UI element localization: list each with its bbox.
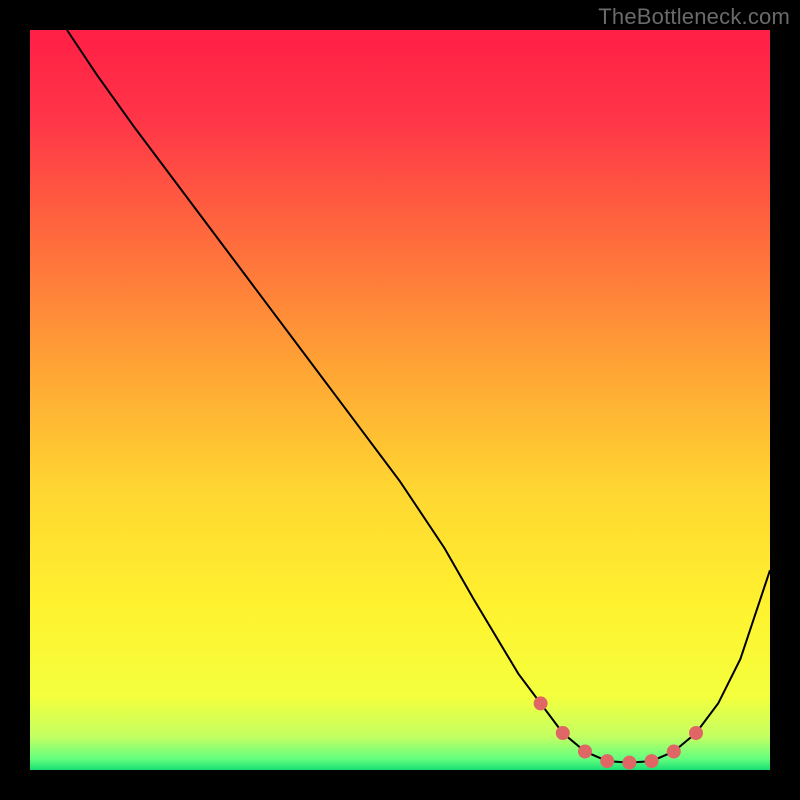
curve-marker bbox=[645, 754, 659, 768]
curve-marker bbox=[689, 726, 703, 740]
curve-marker bbox=[534, 696, 548, 710]
curve-marker bbox=[667, 745, 681, 759]
curve-marker bbox=[556, 726, 570, 740]
curve-marker bbox=[578, 745, 592, 759]
chart-container: TheBottleneck.com bbox=[0, 0, 800, 800]
curve-marker bbox=[600, 754, 614, 768]
curve-marker bbox=[622, 756, 636, 770]
bottleneck-chart bbox=[0, 0, 800, 800]
watermark-text: TheBottleneck.com bbox=[598, 4, 790, 30]
plot-gradient-background bbox=[30, 30, 770, 770]
